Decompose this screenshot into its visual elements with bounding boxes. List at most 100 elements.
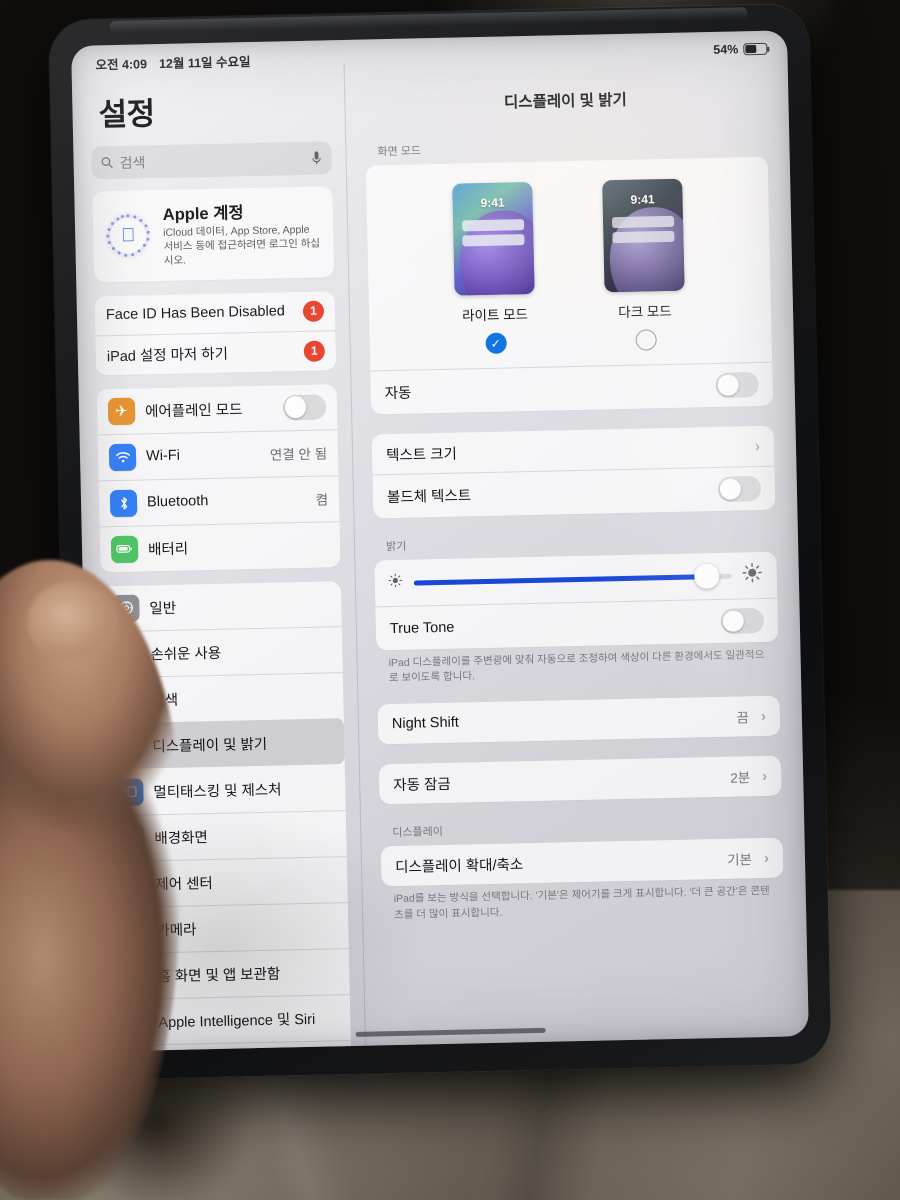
detail-title: 디스플레이 및 밝기 <box>503 91 627 112</box>
wifi-icon <box>108 443 137 471</box>
light-mode-label: 라이트 모드 <box>461 307 529 324</box>
bold-text-label: 볼드체 텍스트 <box>386 488 472 507</box>
search-icon <box>101 157 113 169</box>
sidebar-item-general[interactable]: 일반 <box>101 581 342 631</box>
sidebar-item-label: 제어 센터 <box>155 875 213 893</box>
battery-percent: 54% <box>713 42 739 57</box>
text-settings-card[interactable]: 텍스트 크기 › 볼드체 텍스트 <box>371 425 776 519</box>
sidebar-item-bluetooth[interactable]: Bluetooth 켬 <box>98 474 340 526</box>
auto-lock-card[interactable]: 자동 잠금 2분 › <box>378 756 782 805</box>
auto-appearance-row[interactable]: 자동 <box>370 361 774 415</box>
dark-mode-label: 다크 모드 <box>618 303 672 321</box>
sidebar-item-label: Wi-Fi <box>145 447 181 465</box>
brightness-slider[interactable] <box>413 563 732 589</box>
status-date: 12월 11일 수요일 <box>158 54 251 71</box>
night-shift-value: 끔 <box>736 710 750 727</box>
sidebar-item-label: 멀티태스킹 및 제스처 <box>153 782 282 801</box>
appearance-card[interactable]: 9:41 라이트 모드 ✓ 9:41 다크 모드 자동 <box>365 156 774 415</box>
light-mode-radio[interactable]: ✓ <box>484 332 507 354</box>
bluetooth-icon <box>109 489 138 517</box>
bluetooth-status-value: 켬 <box>315 492 329 508</box>
connectivity-group[interactable]: ✈ 에어플레인 모드 Wi-Fi 연결 안 됨 Bluetooth 켬 배터리 <box>96 383 341 572</box>
search-input[interactable]: 검색 <box>91 141 332 180</box>
brightness-high-icon <box>742 562 764 588</box>
airplane-icon: ✈ <box>107 397 136 425</box>
chevron-right-icon: › <box>763 849 770 867</box>
display-zoom-footer: iPad를 보는 방식을 선택합니다. '기본'은 제어기를 크게 표시합니다.… <box>393 885 770 921</box>
battery-icon <box>743 42 768 56</box>
apple-logo-icon:  <box>121 225 136 246</box>
airplane-mode-toggle[interactable] <box>282 393 327 420</box>
brightness-low-icon <box>387 572 404 594</box>
appearance-section-header: 화면 모드 <box>377 145 422 159</box>
sidebar-item-label: Bluetooth <box>146 493 209 511</box>
sidebar-item-label: 일반 <box>149 600 177 617</box>
alert-label: iPad 설정 마저 하기 <box>106 346 229 365</box>
dark-mode-preview: 9:41 <box>602 178 685 293</box>
microphone-icon[interactable] <box>310 150 322 166</box>
dark-mode-radio[interactable] <box>634 329 657 351</box>
display-zoom-value: 기본 <box>727 852 753 869</box>
appearance-option-light[interactable]: 9:41 라이트 모드 ✓ <box>452 181 536 355</box>
sidebar-item-label: 디스플레이 및 밝기 <box>152 736 268 755</box>
brightness-card[interactable]: True Tone <box>374 551 779 651</box>
sidebar-item-label: 검색 <box>151 685 332 710</box>
list-item[interactable]: Face ID Has Been Disabled 1 <box>95 291 336 335</box>
auto-label: 자동 <box>384 385 412 403</box>
light-mode-preview: 9:41 <box>452 181 535 296</box>
true-tone-row[interactable]: True Tone <box>375 597 779 651</box>
photo-scene: 오전 4:09 12월 11일 수요일 54% 설정 검색 Apple 계정 i… <box>0 0 900 1200</box>
battery-icon <box>110 535 139 563</box>
chevron-right-icon: › <box>760 707 767 725</box>
chevron-right-icon: › <box>754 437 761 455</box>
display-zoom-row[interactable]: 디스플레이 확대/축소 기본 › <box>381 838 784 887</box>
apple-account-name: Apple 계정 <box>162 204 244 224</box>
sidebar-item-label: 카메라 <box>156 915 337 940</box>
night-shift-label: Night Shift <box>391 715 460 733</box>
display-zoom-card[interactable]: 디스플레이 확대/축소 기본 › <box>380 838 784 887</box>
page-title: 설정 <box>98 96 156 133</box>
ipad-screen: 오전 4:09 12월 11일 수요일 54% 설정 검색 Apple 계정 i… <box>71 30 809 1052</box>
alert-label: Face ID Has Been Disabled <box>105 303 286 324</box>
sidebar-item-label: 배경화면 <box>154 829 208 847</box>
sidebar-item-label: 홈 화면 및 앱 보관함 <box>157 966 281 985</box>
detail-pane: 디스플레이 및 밝기 화면 모드 9:41 라이트 모드 ✓ 9:41 다크 모… <box>343 30 809 1045</box>
auto-appearance-toggle[interactable] <box>715 372 759 398</box>
list-item[interactable]: iPad 설정 마저 하기 1 <box>95 329 337 375</box>
preview-time: 9:41 <box>630 192 655 207</box>
avatar:  <box>103 210 153 260</box>
bold-text-toggle[interactable] <box>717 475 762 502</box>
true-tone-label: True Tone <box>389 619 455 637</box>
appearance-option-dark[interactable]: 9:41 다크 모드 <box>602 178 686 352</box>
status-time: 오전 4:09 <box>95 56 148 72</box>
status-badge: 1 <box>302 299 325 322</box>
true-tone-toggle[interactable] <box>720 607 765 634</box>
display-zoom-label: 디스플레이 확대/축소 <box>394 857 524 876</box>
search-placeholder: 검색 <box>119 153 146 171</box>
sidebar-item-label: 배터리 <box>147 541 189 558</box>
alerts-group[interactable]: Face ID Has Been Disabled 1 iPad 설정 마저 하… <box>94 290 337 375</box>
sidebar-item-label: Apple Intelligence 및 Siri <box>158 1011 316 1031</box>
sidebar-item-battery[interactable]: 배터리 <box>99 520 341 572</box>
text-size-label: 텍스트 크기 <box>385 446 457 464</box>
auto-lock-row[interactable]: 자동 잠금 2분 › <box>379 756 782 805</box>
sidebar-item-label: 에어플레인 모드 <box>144 401 243 420</box>
chevron-right-icon: › <box>762 767 768 785</box>
sidebar-item-label: 손쉬운 사용 <box>150 645 222 663</box>
bold-text-row[interactable]: 볼드체 텍스트 <box>372 465 776 519</box>
brightness-section-header: 밝기 <box>385 540 407 554</box>
sidebar-item-airplane-mode[interactable]: ✈ 에어플레인 모드 <box>97 384 338 434</box>
sidebar-item-wifi[interactable]: Wi-Fi 연결 안 됨 <box>97 428 339 480</box>
preview-time: 9:41 <box>480 195 505 211</box>
thumb-nail <box>28 582 120 662</box>
apple-account-subtitle: iCloud 데이터, App Store, Apple 서비스 등에 접근하려… <box>163 223 321 268</box>
true-tone-footer: iPad 디스플레이를 주변광에 맞춰 자동으로 조정하여 색상이 다른 환경에… <box>388 648 765 685</box>
night-shift-card[interactable]: Night Shift 끔 › <box>377 696 781 745</box>
apple-account-card[interactable]:  Apple 계정 iCloud 데이터, App Store, Apple … <box>92 186 335 282</box>
auto-lock-label: 자동 잠금 <box>393 776 451 795</box>
status-badge: 1 <box>303 339 326 362</box>
wifi-status-value: 연결 안 됨 <box>269 446 328 463</box>
auto-lock-value: 2분 <box>730 770 751 787</box>
night-shift-row[interactable]: Night Shift 끔 › <box>378 696 781 745</box>
display-section-header: 디스플레이 <box>392 826 444 840</box>
